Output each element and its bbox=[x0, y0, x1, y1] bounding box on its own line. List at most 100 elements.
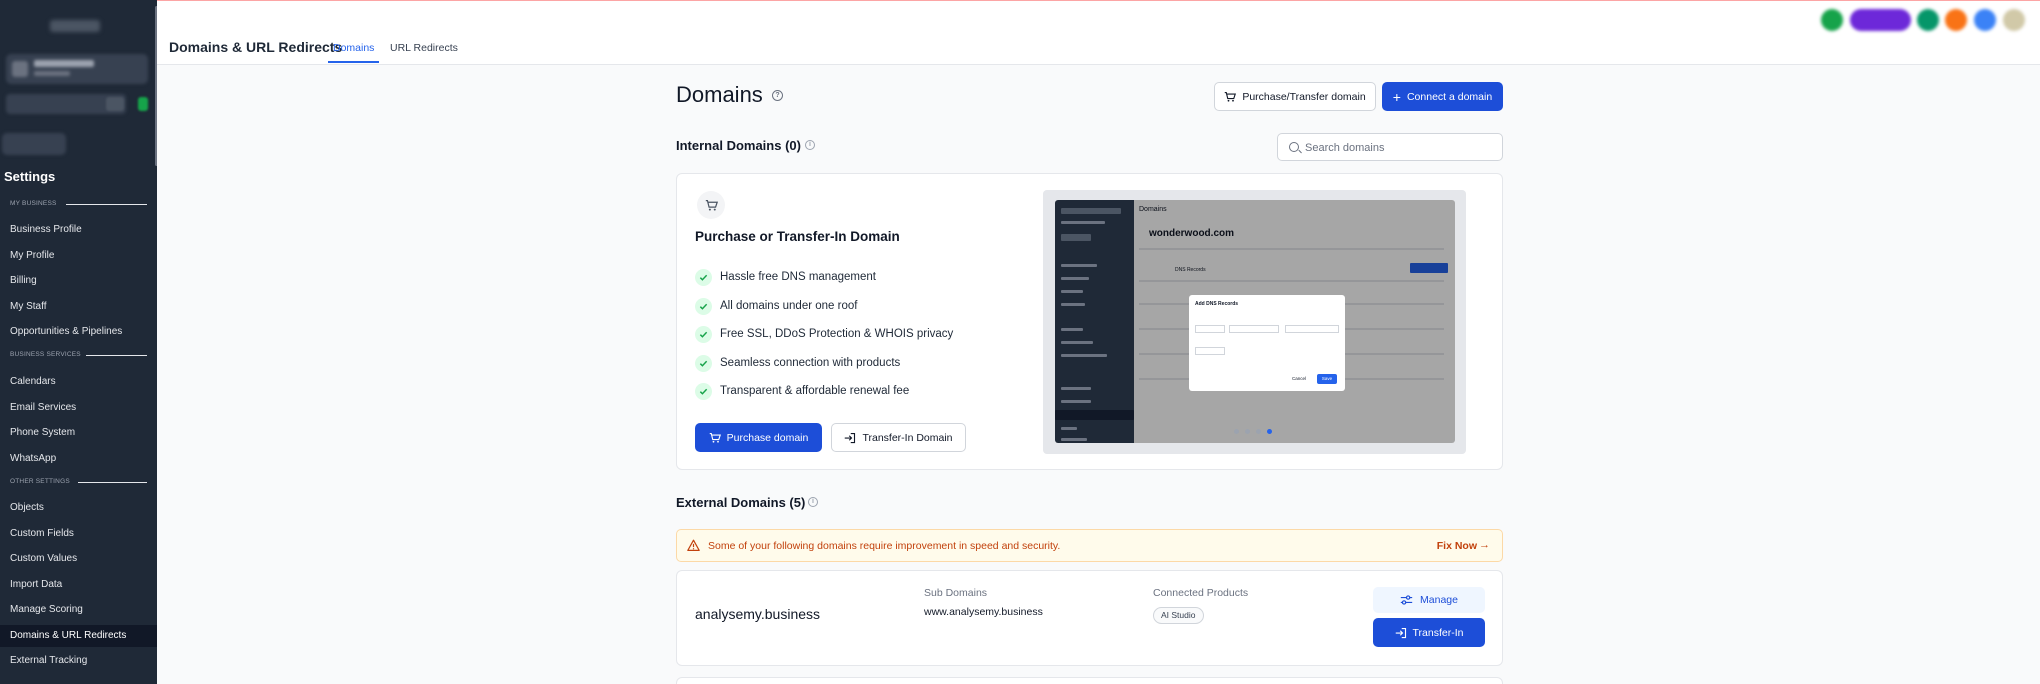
search-domains-input[interactable] bbox=[1305, 138, 1495, 158]
check-icon bbox=[695, 354, 712, 372]
connected-products-label: Connected Products bbox=[1153, 587, 1249, 599]
sidebar-item-email-services[interactable]: Email Services bbox=[0, 397, 157, 419]
connect-domain-button[interactable]: + Connect a domain bbox=[1382, 82, 1503, 111]
account-switcher[interactable] bbox=[6, 54, 148, 84]
transfer-in-button[interactable]: Transfer-In bbox=[1373, 618, 1485, 647]
sidebar-item-calendars[interactable]: Calendars bbox=[0, 371, 157, 393]
quick-action-icon[interactable] bbox=[138, 97, 148, 111]
check-icon bbox=[695, 382, 712, 400]
search-icon bbox=[1289, 142, 1299, 152]
section-label-business-services: BUSINESS SERVICES bbox=[10, 351, 81, 358]
manage-label: Manage bbox=[1420, 594, 1458, 606]
sidebar-item-business-profile[interactable]: Business Profile bbox=[0, 219, 157, 241]
arrow-right-icon: → bbox=[1479, 539, 1490, 551]
connect-domain-label: Connect a domain bbox=[1406, 90, 1493, 103]
preview-sidebar bbox=[1055, 200, 1134, 443]
section-label-other-settings: OTHER SETTINGS bbox=[10, 478, 70, 485]
settings-sliders-icon bbox=[1400, 595, 1413, 605]
sidebar-item-objects[interactable]: Objects bbox=[0, 497, 157, 519]
cart-icon bbox=[697, 191, 725, 219]
check-icon bbox=[695, 268, 712, 286]
feature-item: Seamless connection with products bbox=[695, 354, 900, 372]
help-icon[interactable] bbox=[1974, 9, 1996, 31]
settings-sidebar: Settings MY BUSINESS Business Profile My… bbox=[0, 0, 157, 684]
tab-url-redirects[interactable]: URL Redirects bbox=[390, 42, 458, 54]
sub-domains-label: Sub Domains bbox=[924, 587, 988, 599]
tab-domains[interactable]: Domains bbox=[333, 42, 374, 54]
sidebar-item-domains[interactable]: Domains & URL Redirects bbox=[0, 625, 157, 647]
user-avatar[interactable] bbox=[2003, 9, 2025, 31]
info-icon[interactable]: i bbox=[805, 140, 815, 150]
preview-modal: Add DNS Records Cancel Save bbox=[1189, 295, 1345, 391]
external-domains-title: External Domains (5) bbox=[676, 495, 806, 510]
sub-domain-value: www.analysemy.business bbox=[924, 606, 1043, 618]
top-header bbox=[157, 1, 2040, 65]
sidebar-item-import-data[interactable]: Import Data bbox=[0, 574, 157, 596]
preview-modal-title: Add DNS Records bbox=[1195, 301, 1239, 307]
feature-preview-carousel[interactable]: Domains wonderwood.com DNS Records Add D… bbox=[1043, 190, 1466, 454]
promo-title: Purchase or Transfer-In Domain bbox=[695, 229, 900, 244]
sidebar-item-opportunities[interactable]: Opportunities & Pipelines bbox=[0, 321, 157, 343]
purchase-transfer-label: Purchase/Transfer domain bbox=[1242, 90, 1366, 103]
warning-text: Some of your following domains require i… bbox=[708, 540, 1061, 552]
check-icon bbox=[695, 297, 712, 315]
carousel-dot[interactable] bbox=[1256, 429, 1261, 434]
sidebar-item-my-profile[interactable]: My Profile bbox=[0, 245, 157, 267]
sidebar-item-custom-fields[interactable]: Custom Fields bbox=[0, 523, 157, 545]
cart-icon bbox=[1225, 91, 1237, 102]
section-divider bbox=[66, 204, 147, 205]
section-divider bbox=[86, 355, 147, 356]
carousel-dot[interactable] bbox=[1245, 429, 1250, 434]
manage-button[interactable]: Manage bbox=[1373, 587, 1485, 613]
check-icon bbox=[695, 325, 712, 343]
feature-item: Free SSL, DDoS Protection & WHOIS privac… bbox=[695, 325, 953, 343]
alert-icon[interactable] bbox=[1945, 9, 1967, 31]
question-icon[interactable]: ? bbox=[772, 90, 783, 101]
cart-icon bbox=[709, 432, 721, 443]
carousel-dot-active[interactable] bbox=[1267, 429, 1272, 434]
sidebar-item-whatsapp[interactable]: WhatsApp bbox=[0, 448, 157, 470]
announcement-badge[interactable] bbox=[1850, 9, 1911, 31]
feature-text: Free SSL, DDoS Protection & WHOIS privac… bbox=[720, 328, 954, 340]
carousel-dot[interactable] bbox=[1234, 429, 1239, 434]
sidebar-item-phone-system[interactable]: Phone System bbox=[0, 422, 157, 444]
sign-in-icon bbox=[1395, 627, 1406, 638]
feature-item: All domains under one roof bbox=[695, 297, 857, 315]
warning-icon bbox=[687, 539, 700, 551]
fix-now-link[interactable]: Fix Now bbox=[1437, 540, 1477, 552]
sidebar-item-billing[interactable]: Billing bbox=[0, 270, 157, 292]
feature-text: Hassle free DNS management bbox=[720, 271, 876, 283]
sidebar-title: Settings bbox=[4, 169, 56, 184]
search-domains-box[interactable] bbox=[1277, 133, 1503, 161]
info-icon[interactable]: i bbox=[808, 497, 818, 507]
purchase-transfer-button[interactable]: Purchase/Transfer domain bbox=[1214, 82, 1376, 111]
sidebar-item-manage-scoring[interactable]: Manage Scoring bbox=[0, 599, 157, 621]
feature-text: All domains under one roof bbox=[720, 300, 858, 312]
purchase-domain-button[interactable]: Purchase domain bbox=[695, 423, 822, 452]
plus-icon: + bbox=[1392, 88, 1401, 105]
preview-screenshot: Domains wonderwood.com DNS Records Add D… bbox=[1055, 200, 1455, 443]
main-title: Domains bbox=[676, 82, 763, 107]
feature-item: Hassle free DNS management bbox=[695, 268, 876, 286]
active-tab-indicator bbox=[328, 61, 379, 63]
sidebar-item-external-tracking[interactable]: External Tracking bbox=[0, 650, 157, 672]
domain-name: analysemy.business bbox=[695, 606, 821, 622]
preview-cancel: Cancel bbox=[1292, 376, 1307, 381]
notification-icon[interactable] bbox=[1917, 9, 1939, 31]
product-chip: AI Studio bbox=[1153, 607, 1204, 624]
feature-item: Transparent & affordable renewal fee bbox=[695, 382, 909, 400]
sidebar-item-my-staff[interactable]: My Staff bbox=[0, 296, 157, 318]
internal-domains-title: Internal Domains (0) bbox=[676, 138, 801, 153]
section-label-my-business: MY BUSINESS bbox=[10, 200, 57, 207]
sidebar-item-custom-values[interactable]: Custom Values bbox=[0, 548, 157, 570]
phone-icon[interactable] bbox=[1821, 9, 1843, 31]
feature-text: Seamless connection with products bbox=[720, 357, 901, 369]
purchase-domain-label: Purchase domain bbox=[726, 431, 809, 444]
transfer-in-domain-button[interactable]: Transfer-In Domain bbox=[831, 423, 966, 452]
preview-save: Save bbox=[1317, 374, 1337, 384]
app-logo bbox=[50, 20, 100, 32]
go-back-button[interactable] bbox=[2, 133, 66, 155]
domain-row-card bbox=[676, 677, 1503, 684]
feature-text: Transparent & affordable renewal fee bbox=[720, 385, 910, 397]
transfer-in-label: Transfer-In bbox=[1412, 626, 1464, 639]
